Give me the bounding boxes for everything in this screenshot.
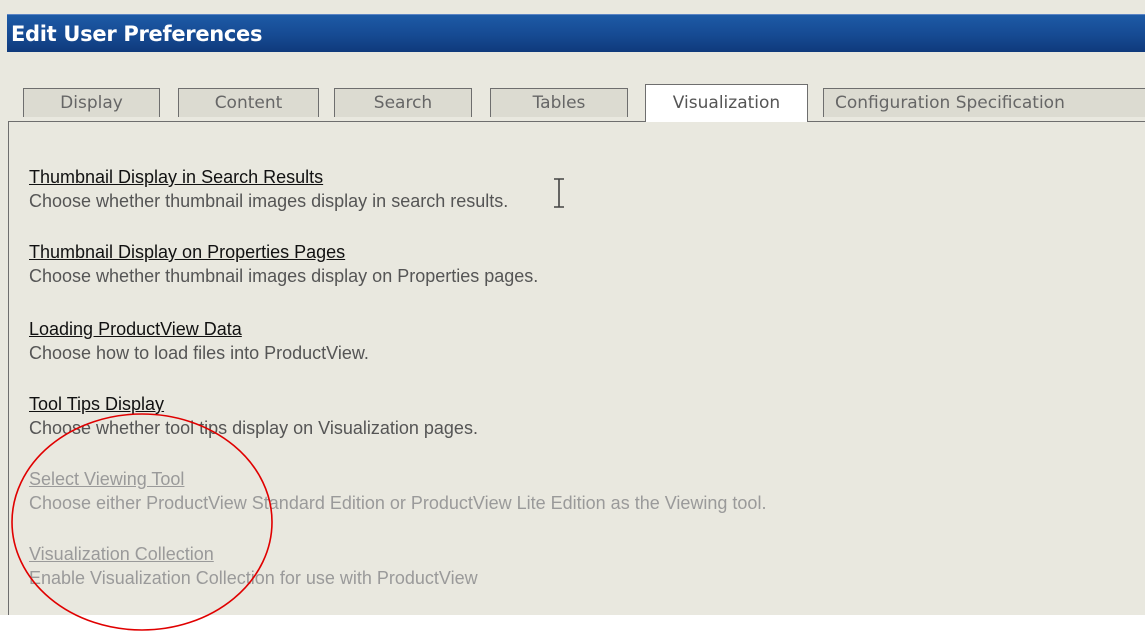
tab-divider (8, 121, 1145, 122)
pref-thumbnail-properties: Thumbnail Display on Properties Pages Ch… (29, 240, 538, 288)
pref-link-thumbnail-search[interactable]: Thumbnail Display in Search Results (29, 165, 508, 189)
tab-label: Content (214, 93, 283, 113)
content-left-border (8, 121, 9, 615)
pref-description: Choose whether tool tips display on Visu… (29, 418, 478, 438)
tab-configuration-specification[interactable]: Configuration Specification (823, 88, 1145, 117)
tab-label: Tables (532, 93, 586, 113)
pref-thumbnail-search: Thumbnail Display in Search Results Choo… (29, 165, 508, 213)
tab-tables[interactable]: Tables (490, 88, 628, 117)
tab-visualization[interactable]: Visualization (645, 84, 808, 122)
tab-label: Configuration Specification (835, 93, 1065, 113)
tab-content[interactable]: Content (178, 88, 319, 117)
tab-label: Visualization (672, 93, 781, 113)
tab-search[interactable]: Search (334, 88, 472, 117)
pref-select-viewing-tool: Select Viewing Tool Choose either Produc… (29, 467, 766, 515)
tab-label: Display (60, 93, 123, 113)
pref-description: Enable Visualization Collection for use … (29, 568, 478, 588)
pref-link-loading-productview[interactable]: Loading ProductView Data (29, 317, 369, 341)
title-bar: Edit User Preferences (7, 14, 1145, 52)
pref-description: Choose how to load files into ProductVie… (29, 343, 369, 363)
pref-visualization-collection: Visualization Collection Enable Visualiz… (29, 542, 478, 590)
preferences-window: Edit User Preferences Display Content Se… (0, 0, 1145, 631)
pref-link-visualization-collection: Visualization Collection (29, 544, 214, 564)
pref-description: Choose whether thumbnail images display … (29, 191, 509, 211)
pref-link-thumbnail-properties[interactable]: Thumbnail Display on Properties Pages (29, 240, 538, 264)
pref-tool-tips: Tool Tips Display Choose whether tool ti… (29, 392, 478, 440)
window-title: Edit User Preferences (11, 22, 263, 46)
pref-link-select-viewing-tool: Select Viewing Tool (29, 469, 185, 489)
annotation-ellipse (11, 413, 273, 631)
tab-display[interactable]: Display (23, 88, 160, 117)
tab-strip: Display Content Search Tables Visualizat… (0, 84, 1145, 122)
pref-loading-productview: Loading ProductView Data Choose how to l… (29, 317, 369, 365)
text-cursor-icon (554, 178, 564, 208)
pref-link-tool-tips[interactable]: Tool Tips Display (29, 392, 478, 416)
tab-label: Search (373, 93, 433, 113)
pref-description: Choose whether thumbnail images display … (29, 266, 539, 286)
pref-description: Choose either ProductView Standard Editi… (29, 493, 767, 513)
